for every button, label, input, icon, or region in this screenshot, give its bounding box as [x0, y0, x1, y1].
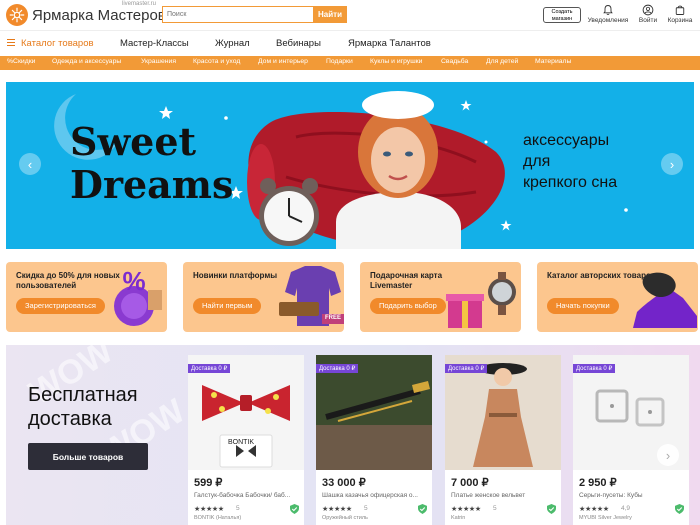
product-price: 599 ₽: [194, 477, 223, 489]
search-input[interactable]: [162, 6, 314, 23]
shop-name[interactable]: MYUBI Silver Jewelry: [579, 515, 685, 521]
chevron-left-icon: ‹: [27, 156, 33, 172]
user-icon: [642, 4, 654, 16]
category-item[interactable]: Украшения: [141, 58, 176, 65]
promo-card-catalog[interactable]: Каталог авторских товаров Начать покупки: [537, 262, 698, 332]
sweater-icon: [279, 266, 344, 326]
chevron-right-icon: ›: [665, 447, 671, 463]
rating-stars: ★★★★★: [451, 506, 481, 513]
main-nav: Каталог товаров Мастер-Классы Журнал Веб…: [0, 30, 700, 56]
product-price: 2 950 ₽: [579, 477, 617, 489]
promo-card-gift[interactable]: Подарочная карта Livemaster Подарить выб…: [360, 262, 521, 332]
free-badge: FREE: [325, 315, 342, 321]
rating-value: 4,9: [621, 505, 631, 512]
cart-button[interactable]: Корзина: [666, 4, 694, 24]
rating-stars: ★★★★★: [322, 506, 352, 513]
cart-label: Корзина: [667, 17, 693, 24]
product-card[interactable]: BONTIK Доставка 0 ₽ 599 ₽ Галстук-бабочк…: [188, 355, 304, 525]
nav-journal[interactable]: Журнал: [215, 38, 250, 49]
product-name[interactable]: Серьги-пусеты: Кубы: [579, 492, 685, 499]
create-shop-button[interactable]: Создать магазин: [543, 7, 581, 23]
logo-text[interactable]: Ярмарка Мастеров: [32, 7, 166, 24]
delivery-tag: Доставка 0 ₽: [188, 364, 231, 373]
login-button[interactable]: Войти: [636, 4, 660, 24]
shield-check-icon: [418, 504, 427, 514]
svg-text:%: %: [122, 266, 145, 296]
rating-stars: ★★★★★: [194, 506, 224, 513]
product-name[interactable]: Галстук-бабочка Бабочки/ баб...: [194, 492, 300, 499]
shoe-icon: [633, 272, 697, 328]
shop-name[interactable]: Katrin: [451, 515, 557, 521]
rating-value: 5: [236, 505, 240, 512]
product-name[interactable]: Шашка казачья офицерская о...: [322, 492, 428, 499]
product-image[interactable]: BONTIK Доставка 0 ₽: [188, 355, 304, 470]
rating-value: 5: [493, 505, 497, 512]
category-bar: %Скидки Одежда и аксессуары Украшения Кр…: [0, 56, 700, 70]
nav-talents[interactable]: Ярмарка Талантов: [348, 38, 431, 49]
logo-domain: livemaster.ru: [122, 1, 157, 7]
product-card[interactable]: Доставка 0 ₽ 7 000 ₽ Платье женское вель…: [445, 355, 561, 525]
search-button[interactable]: Найти: [313, 6, 347, 23]
menu-icon[interactable]: [7, 39, 15, 47]
notifications-label: Уведомления: [587, 17, 629, 24]
brand-label: BONTIK: [228, 439, 255, 446]
login-label: Войти: [638, 17, 658, 24]
banner-subtitle: аксессуары для крепкого сна: [523, 130, 617, 193]
category-item[interactable]: Для детей: [486, 58, 518, 65]
category-item[interactable]: Подарки: [326, 58, 353, 65]
banner-subtitle-line: для: [523, 153, 551, 170]
section-title: Бесплатная доставка: [28, 383, 138, 431]
product-card[interactable]: Доставка 0 ₽ 2 950 ₽ Серьги-пусеты: Кубы…: [573, 355, 689, 525]
product-name[interactable]: Платье женское вельвет: [451, 492, 557, 499]
shop-name[interactable]: BONTIK (Наталья): [194, 515, 300, 521]
product-image[interactable]: Доставка 0 ₽: [445, 355, 561, 470]
delivery-tag: Доставка 0 ₽: [573, 364, 616, 373]
bag-icon: [675, 5, 685, 15]
banner-next-button[interactable]: ›: [661, 153, 683, 175]
shop-name[interactable]: Оружейный стиль: [322, 515, 428, 521]
rating-stars: ★★★★★: [579, 506, 609, 513]
gift-icon: [446, 272, 516, 328]
notifications-button[interactable]: Уведомления: [586, 4, 630, 24]
delivery-tag: Доставка 0 ₽: [445, 364, 488, 373]
product-card[interactable]: Доставка 0 ₽ 33 000 ₽ Шашка казачья офиц…: [316, 355, 432, 525]
category-item[interactable]: Одежда и аксессуары: [52, 58, 121, 65]
chevron-right-icon: ›: [669, 156, 675, 172]
category-item[interactable]: Красота и уход: [193, 58, 240, 65]
product-price: 7 000 ₽: [451, 477, 489, 489]
product-image[interactable]: Доставка 0 ₽: [316, 355, 432, 470]
banner-title-line: Dreams: [70, 162, 234, 207]
page: Ярмарка Мастеров livemaster.ru Найти Соз…: [0, 0, 700, 525]
banner-subtitle-line: крепкого сна: [523, 174, 618, 191]
more-products-button[interactable]: Больше товаров: [28, 443, 148, 470]
product-price: 33 000 ₽: [322, 477, 366, 489]
bell-icon: [603, 5, 613, 15]
catalog-menu[interactable]: Каталог товаров: [21, 38, 94, 49]
banner-title: Sweet Dreams: [70, 120, 233, 206]
promo-card-discount[interactable]: Скидка до 50% для новых пользователей За…: [6, 262, 167, 332]
section-title-line: доставка: [28, 408, 112, 430]
banner-subtitle-line: аксессуары: [523, 132, 610, 149]
shield-check-icon: [547, 504, 556, 514]
banner-title-line: Sweet: [70, 119, 197, 164]
category-item[interactable]: Куклы и игрушки: [370, 58, 422, 65]
shield-check-icon: [675, 504, 684, 514]
shield-check-icon: [290, 504, 299, 514]
percent-icon: %: [114, 266, 162, 326]
nav-webinars[interactable]: Вебинары: [276, 38, 321, 49]
category-item[interactable]: Свадьба: [441, 58, 468, 65]
rating-value: 5: [364, 505, 368, 512]
products-next-button[interactable]: ›: [657, 444, 679, 466]
category-item[interactable]: %Скидки: [7, 58, 35, 65]
delivery-tag: Доставка 0 ₽: [316, 364, 359, 373]
category-item[interactable]: Дом и интерьер: [258, 58, 308, 65]
section-title-line: Бесплатная: [28, 384, 138, 406]
promo-card-new[interactable]: Новинки платформы Найти первым FREE: [183, 262, 344, 332]
header: Ярмарка Мастеров livemaster.ru Найти Соз…: [0, 0, 700, 30]
hero-banner[interactable]: Sweet Dreams аксессуары для крепкого сна…: [6, 82, 694, 249]
logo-icon[interactable]: [6, 4, 28, 26]
banner-prev-button[interactable]: ‹: [19, 153, 41, 175]
category-item[interactable]: Материалы: [535, 58, 571, 65]
nav-master-classes[interactable]: Мастер-Классы: [120, 38, 189, 49]
